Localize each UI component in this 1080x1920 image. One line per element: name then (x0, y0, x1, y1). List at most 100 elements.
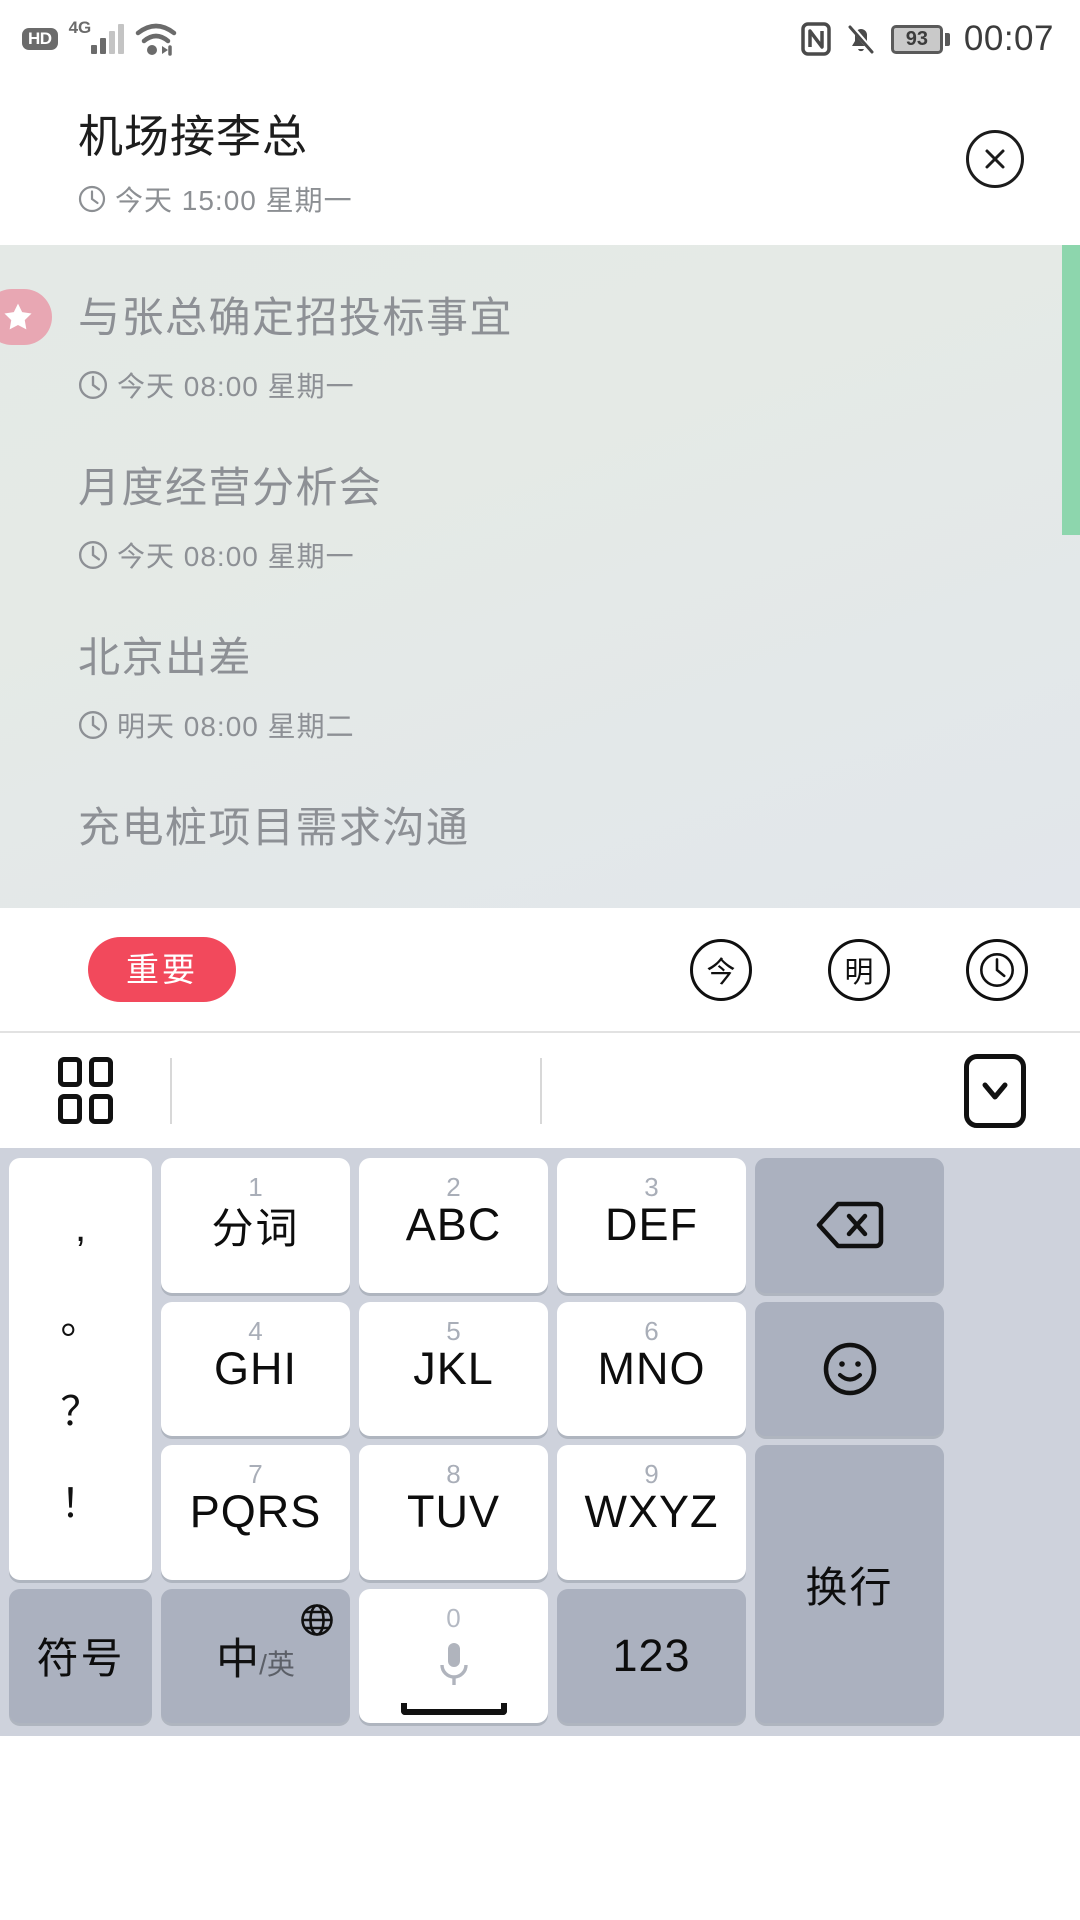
t9-keyboard[interactable]: , 。 ？ ！ 1 分词 2 ABC 3 DEF 4 GHI 5 JKL 6 M… (0, 1148, 1080, 1737)
task-list[interactable]: 与张总确定招投标事宜 今天 08:00 星期一 月度经营分析会 今天 08:00… (0, 245, 1080, 909)
key-4-ghi[interactable]: 4 GHI (161, 1301, 350, 1437)
key-number-label: 0 (446, 1602, 461, 1633)
wifi-icon (135, 23, 176, 56)
status-right-icons: 93 00:07 (801, 19, 1054, 59)
globe-icon (301, 1603, 333, 1636)
star-icon[interactable] (0, 289, 52, 346)
emoji-key[interactable] (755, 1301, 944, 1437)
quick-action-toolbar: 重要 今 明 (0, 908, 1080, 1034)
time-picker-button[interactable] (966, 938, 1028, 1001)
key-9-wxyz[interactable]: 9 WXYZ (557, 1445, 746, 1580)
backspace-key[interactable] (755, 1158, 944, 1293)
list-item-datetime-label: 明天 08:00 星期二 (117, 711, 355, 743)
list-item-title: 与张总确定招投标事宜 (78, 294, 514, 342)
key-main-label: TUV (407, 1486, 500, 1538)
punctuation-question[interactable]: ？ (61, 1392, 101, 1432)
header-datetime-label: 今天 15:00 星期一 (115, 185, 353, 217)
list-item-title: 月度经营分析会 (78, 464, 383, 512)
punctuation-key[interactable]: , 。 ？ ！ (9, 1158, 152, 1580)
language-cn-label: 中 (216, 1635, 260, 1684)
key-5-jkl[interactable]: 5 JKL (359, 1301, 548, 1437)
space-bar-glyph (400, 1702, 507, 1715)
keyboard-toolbar (0, 1033, 1080, 1149)
key-number-label: 8 (446, 1459, 461, 1490)
microphone-icon (439, 1642, 468, 1685)
key-main-label: 分词 (211, 1204, 300, 1252)
hide-keyboard-button[interactable] (910, 1053, 1080, 1128)
grid-apps-icon (57, 1057, 113, 1125)
list-item-datetime: 明天 08:00 星期二 (78, 705, 1040, 745)
signal-bar-group (90, 24, 124, 54)
key-number-label: 6 (644, 1315, 659, 1346)
current-task-header: 机场接李总 今天 15:00 星期一 (0, 78, 1080, 246)
key-7-pqrs[interactable]: 7 PQRS (161, 1445, 350, 1580)
hd-icon: HD (22, 28, 58, 50)
chevron-down-glyph (982, 1082, 1008, 1100)
list-item-datetime-label: 今天 08:00 星期一 (117, 371, 355, 403)
key-6-mno[interactable]: 6 MNO (557, 1301, 746, 1437)
numeric-key[interactable]: 123 (557, 1588, 746, 1724)
language-toggle-key[interactable]: 中 /英 (161, 1588, 350, 1724)
key-8-tuv[interactable]: 8 TUV (359, 1445, 548, 1580)
tomorrow-button[interactable]: 明 (828, 938, 890, 1001)
key-main-label: WXYZ (584, 1486, 719, 1538)
list-item-datetime: 今天 08:00 星期一 (78, 535, 1040, 575)
list-item-title: 充电桩项目需求沟通 (78, 804, 470, 852)
status-left-icons: HD 4G (22, 18, 177, 56)
status-clock-label: 00:07 (963, 19, 1054, 58)
battery-level-label: 93 (890, 24, 943, 54)
toolbar-divider-left (170, 1057, 172, 1124)
list-item-title: 北京出差 (78, 634, 253, 682)
backspace-icon (816, 1202, 883, 1249)
bell-muted-icon (848, 23, 875, 54)
signal-bars-icon: 4G (69, 18, 124, 54)
clock-icon (980, 952, 1014, 987)
close-icon (985, 149, 1005, 169)
key-main-label: 符号 (36, 1635, 125, 1683)
key-number-label: 1 (248, 1172, 263, 1203)
list-item[interactable]: 北京出差 明天 08:00 星期二 (0, 637, 1080, 745)
list-item[interactable]: 月度经营分析会 今天 08:00 星期一 (0, 467, 1080, 575)
list-item-datetime-label: 今天 08:00 星期一 (117, 541, 355, 573)
star-glyph-icon (4, 303, 32, 330)
language-label: 中 /英 (216, 1625, 295, 1687)
enter-key[interactable]: 换行 (755, 1445, 944, 1724)
keyboard-apps-button[interactable] (0, 1057, 170, 1125)
key-main-label: JKL (413, 1342, 494, 1394)
key-main-label: 换行 (805, 1563, 894, 1611)
emoji-icon (823, 1342, 876, 1396)
key-1-fenci[interactable]: 1 分词 (161, 1158, 350, 1293)
symbols-key[interactable]: 符号 (9, 1588, 152, 1724)
key-2-abc[interactable]: 2 ABC (359, 1158, 548, 1293)
chevron-down-icon (964, 1053, 1026, 1128)
key-main-label: DEF (605, 1199, 698, 1251)
clock-icon (78, 185, 106, 213)
status-bar: HD 4G 93 00:07 (0, 0, 1080, 78)
punctuation-exclaim[interactable]: ！ (61, 1484, 101, 1524)
key-main-label: MNO (597, 1342, 706, 1394)
space-key[interactable]: 0 (359, 1588, 548, 1724)
key-main-label: GHI (213, 1342, 297, 1394)
key-3-def[interactable]: 3 DEF (557, 1158, 746, 1293)
key-main-label: PQRS (189, 1486, 322, 1538)
header-datetime: 今天 15:00 星期一 (78, 179, 353, 219)
clock-icon (78, 711, 108, 740)
key-number-label: 3 (644, 1172, 659, 1203)
quick-date-buttons: 今 明 (690, 938, 1028, 1001)
clock-icon (78, 541, 108, 570)
list-item[interactable]: 与张总确定招投标事宜 今天 08:00 星期一 (0, 289, 1080, 405)
key-main-label: 123 (612, 1629, 691, 1681)
important-button[interactable]: 重要 (88, 937, 236, 1003)
punctuation-period[interactable]: 。 (61, 1300, 101, 1340)
close-circle-icon[interactable] (966, 130, 1024, 188)
key-number-label: 4 (248, 1315, 263, 1346)
page-title: 机场接李总 (78, 111, 309, 162)
today-button[interactable]: 今 (690, 938, 752, 1001)
header-text-block: 机场接李总 今天 15:00 星期一 (78, 108, 353, 219)
punctuation-comma[interactable]: , (75, 1208, 86, 1248)
key-number-label: 7 (248, 1459, 263, 1490)
language-en-label: /英 (259, 1648, 295, 1680)
nfc-icon (801, 22, 831, 56)
key-main-label: ABC (405, 1199, 502, 1251)
list-item[interactable]: 充电桩项目需求沟通 (0, 807, 1080, 849)
